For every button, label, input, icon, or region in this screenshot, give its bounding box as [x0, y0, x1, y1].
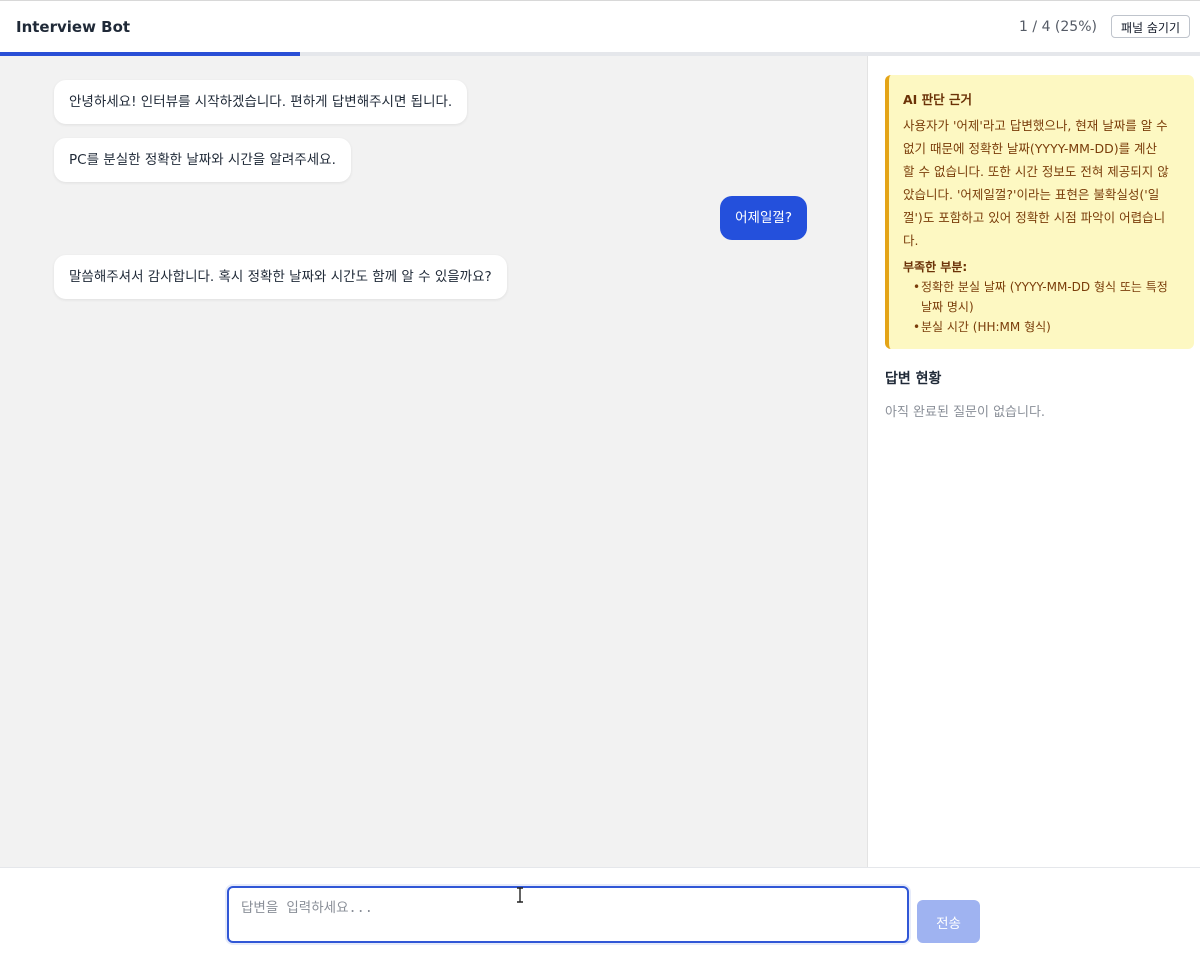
bot-message: 말씀해주셔서 감사합니다. 혹시 정확한 날짜와 시간도 함께 알 수 있을까요…	[54, 255, 507, 299]
ai-reasoning-box: AI 판단 근거 사용자가 '어제'라고 답변했으나, 현재 날짜를 알 수 없…	[885, 75, 1194, 349]
app-title: Interview Bot	[16, 17, 131, 36]
bot-message: 안녕하세요! 인터뷰를 시작하겠습니다. 편하게 답변해주시면 됩니다.	[54, 80, 468, 124]
ai-reasoning-line: 았습니다. '어제일껄?'이라는 표현은 불확실성('일	[903, 187, 1160, 202]
side-panel: AI 판단 근거 사용자가 '어제'라고 답변했으나, 현재 날짜를 알 수 없…	[869, 56, 1200, 867]
header-right: 1 / 4 (25%) 패널 숨기기	[1019, 15, 1190, 38]
missing-part-text: 분실 시간 (HH:MM 형식)	[921, 320, 1051, 334]
ai-reasoning-line: 다.	[903, 233, 919, 248]
missing-parts-title: 부족한 부분:	[903, 260, 968, 274]
ai-reasoning-line: 껄')도 포함하고 있어 정확한 시점 파악이 어렵습니	[903, 210, 1166, 225]
text-cursor-icon	[517, 887, 523, 903]
input-footer: 전송	[0, 867, 1200, 962]
answer-status-title: 답변 현황	[885, 371, 942, 387]
missing-parts-list: 정확한 분실 날짜 (YYYY-MM-DD 형식 또는 특정 날짜 명시) 분실…	[903, 277, 1182, 337]
missing-part-text: 날짜 명시)	[921, 300, 974, 314]
missing-part-item: 정확한 분실 날짜 (YYYY-MM-DD 형식 또는 특정 날짜 명시)	[903, 277, 1182, 317]
ai-reasoning-line: 사용자가 '어제'라고 답변했으나, 현재 날짜를 알 수	[903, 118, 1168, 133]
ai-reasoning-text: 사용자가 '어제'라고 답변했으나, 현재 날짜를 알 수 없기 때문에 정확한…	[903, 114, 1182, 252]
missing-part-item: 분실 시간 (HH:MM 형식)	[903, 317, 1182, 337]
ai-reasoning-line: 할 수 없습니다. 또한 시간 정보도 전혀 제공되지 않	[903, 164, 1169, 179]
chat-area[interactable]: 안녕하세요! 인터뷰를 시작하겠습니다. 편하게 답변해주시면 됩니다. PC를…	[0, 56, 868, 867]
progress-text: 1 / 4 (25%)	[1019, 18, 1097, 35]
answer-status-empty: 아직 완료된 질문이 없습니다.	[885, 405, 1046, 420]
app-window: Interview Bot 1 / 4 (25%) 패널 숨기기 안녕하세요! …	[0, 0, 1200, 962]
user-message: 어제일껄?	[720, 196, 807, 240]
bot-message: PC를 분실한 정확한 날짜와 시간을 알려주세요.	[54, 138, 351, 182]
ai-reasoning-line: 없기 때문에 정확한 날짜(YYYY-MM-DD)를 계산	[903, 141, 1158, 156]
send-button[interactable]: 전송	[917, 900, 980, 943]
ai-reasoning-title: AI 판단 근거	[903, 92, 973, 107]
missing-part-text: 정확한 분실 날짜 (YYYY-MM-DD 형식 또는 특정	[921, 280, 1168, 294]
header: Interview Bot 1 / 4 (25%) 패널 숨기기	[0, 1, 1200, 52]
answer-input[interactable]	[227, 886, 909, 943]
hide-panel-button[interactable]: 패널 숨기기	[1110, 15, 1190, 38]
